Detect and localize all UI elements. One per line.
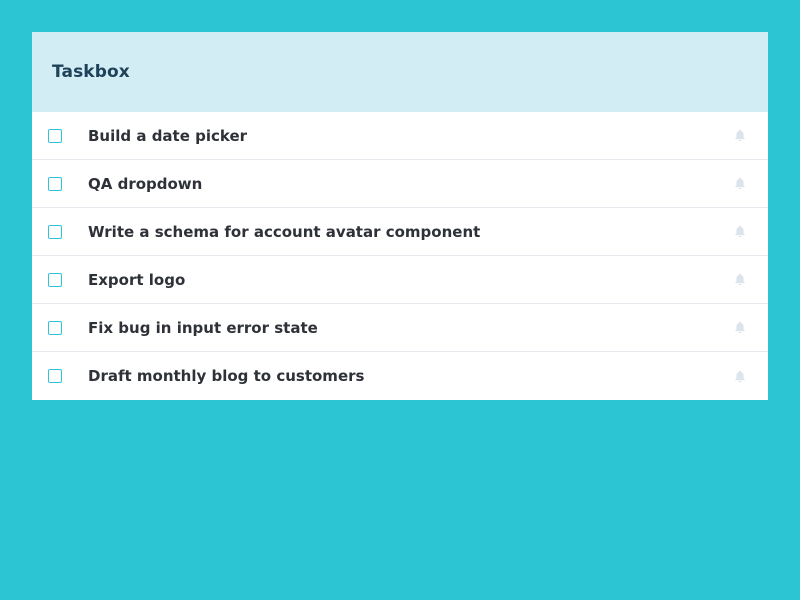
task-title: QA dropdown (88, 174, 203, 193)
task-title: Export logo (88, 270, 186, 289)
bell-icon[interactable] (728, 268, 752, 292)
bell-icon[interactable] (728, 172, 752, 196)
task-checkbox[interactable] (48, 369, 62, 383)
bell-icon[interactable] (728, 316, 752, 340)
bell-icon[interactable] (728, 364, 752, 388)
task-checkbox[interactable] (48, 176, 62, 191)
task-title: Draft monthly blog to customers (88, 367, 365, 385)
taskbox-panel: Taskbox Build a date picker QA dropdown … (32, 32, 768, 400)
task-row: Export logo (32, 256, 768, 304)
task-row: QA dropdown (32, 160, 768, 208)
task-checkbox[interactable] (48, 320, 62, 335)
page-title: Taskbox (52, 62, 130, 82)
task-checkbox[interactable] (48, 272, 62, 287)
task-checkbox[interactable] (48, 224, 62, 239)
task-row: Draft monthly blog to customers (32, 352, 768, 400)
task-list: Build a date picker QA dropdown Write a … (32, 112, 768, 400)
task-row: Fix bug in input error state (32, 304, 768, 352)
task-row: Write a schema for account avatar compon… (32, 208, 768, 256)
app-background: Taskbox Build a date picker QA dropdown … (0, 0, 800, 600)
task-checkbox[interactable] (48, 128, 62, 143)
task-title: Write a schema for account avatar compon… (88, 222, 481, 241)
task-title: Build a date picker (88, 126, 248, 145)
bell-icon[interactable] (728, 124, 752, 148)
task-row: Build a date picker (32, 112, 768, 160)
bell-icon[interactable] (728, 220, 752, 244)
panel-header: Taskbox (32, 32, 768, 112)
task-title: Fix bug in input error state (88, 318, 318, 337)
